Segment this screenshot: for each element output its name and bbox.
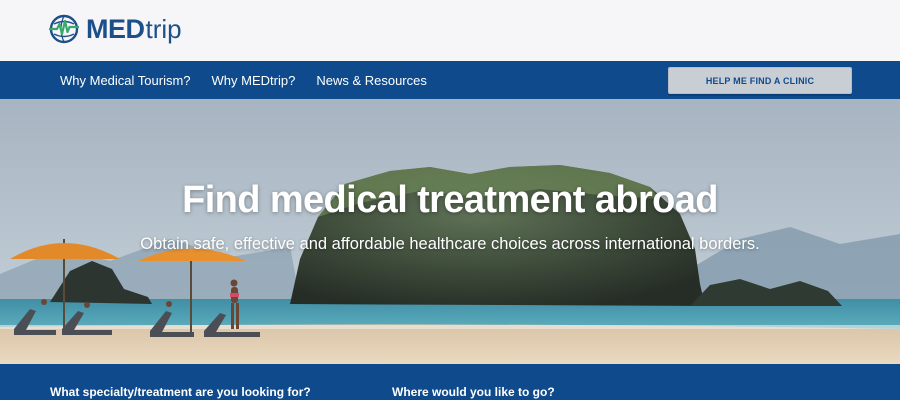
medtrip-logo[interactable]: MED trip [48,12,182,46]
nav-why-medical-tourism[interactable]: Why Medical Tourism? [60,73,191,88]
help-find-clinic-button[interactable]: HELP ME FIND A CLINIC [668,67,852,94]
specialty-label: What specialty/treatment are you looking… [50,385,311,399]
globe-heartbeat-icon [49,14,79,44]
logo-wordmark: MED trip [86,14,182,45]
hero-banner: Find medical treatment abroad Obtain saf… [0,99,900,364]
nav-links: Why Medical Tourism? Why MEDtrip? News &… [60,61,427,99]
nav-why-medtrip[interactable]: Why MEDtrip? [212,73,296,88]
hero-beach-image [0,99,900,364]
search-band: What specialty/treatment are you looking… [0,364,900,400]
hero-title: Find medical treatment abroad [182,179,718,221]
destination-label: Where would you like to go? [392,385,555,399]
site-header: MED trip [0,0,900,61]
logo-text-light: trip [145,13,182,44]
hero-subtitle: Obtain safe, effective and affordable he… [140,235,760,253]
logo-text-bold: MED [86,13,145,44]
nav-news-resources[interactable]: News & Resources [316,73,427,88]
